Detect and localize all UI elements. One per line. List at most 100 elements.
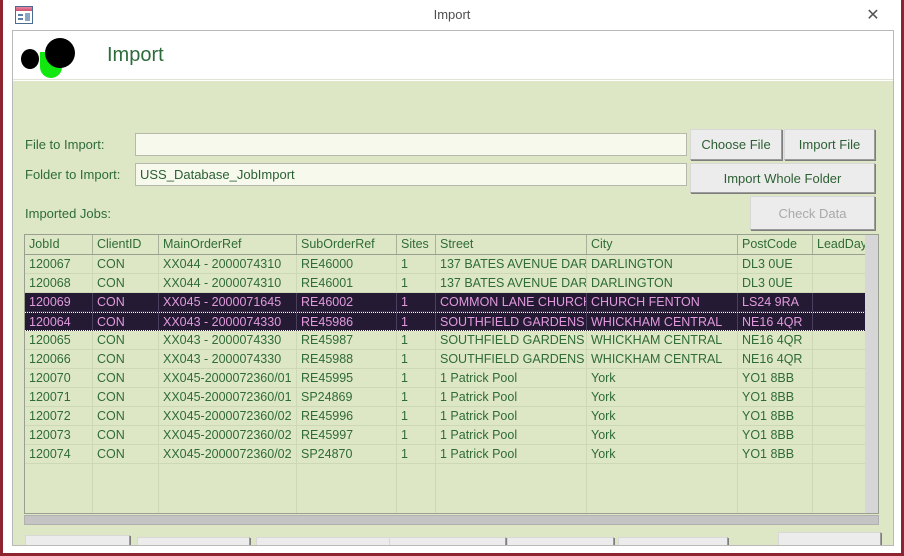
grid-cell-clientid[interactable]: CON — [93, 313, 159, 330]
grid-cell-jobid[interactable]: 120071 — [25, 388, 93, 406]
grid-cell-postcode[interactable]: YO1 8BB — [738, 407, 813, 425]
grid-cell-postcode[interactable]: YO1 8BB — [738, 388, 813, 406]
grid-cell-mainorderref[interactable]: XX045-2000072360/02 — [159, 426, 297, 444]
grid-cell-city[interactable]: DARLINGTON — [587, 255, 738, 273]
grid-cell-jobid[interactable]: 120072 — [25, 407, 93, 425]
grid-cell-suborderref[interactable]: RE45987 — [297, 331, 397, 349]
grid-cell-mainorderref[interactable]: XX043 - 2000074330 — [159, 313, 297, 330]
grid-cell-sites[interactable]: 1 — [397, 350, 436, 368]
grid-cell-clientid[interactable]: CON — [93, 274, 159, 292]
grid-cell-clientid[interactable]: CON — [93, 369, 159, 387]
table-row[interactable]: 120064 CON XX043 - 2000074330 RE45986 1 SOUTH… — [25, 312, 878, 331]
grid-cell-mainorderref[interactable]: XX045-2000072360/02 — [159, 407, 297, 425]
grid-cell-suborderref[interactable]: RE45988 — [297, 350, 397, 368]
grid-column-header-city[interactable]: City — [587, 235, 738, 254]
table-row[interactable]: 120067 CON XX044 - 2000074310 RE46000 1 137 B… — [25, 255, 878, 274]
grid-cell-sites[interactable]: 1 — [397, 255, 436, 273]
grid-cell-suborderref[interactable]: RE46002 — [297, 293, 397, 311]
grid-cell-city[interactable]: WHICKHAM CENTRAL — [587, 350, 738, 368]
grid-cell-street[interactable]: 1 Patrick Pool — [436, 407, 587, 425]
choose-file-button[interactable]: Choose File — [690, 129, 782, 160]
folder-to-import-input[interactable] — [135, 163, 687, 186]
grid-cell-city[interactable]: CHURCH FENTON — [587, 293, 738, 311]
grid-cell-street[interactable]: SOUTHFIELD GARDENS WHICKHAM — [436, 313, 587, 330]
grid-cell-city[interactable]: York — [587, 426, 738, 444]
grid-cell-city[interactable]: York — [587, 369, 738, 387]
grid-column-header-jobid[interactable]: JobId — [25, 235, 93, 254]
grid-cell-jobid[interactable]: 120069 — [25, 293, 93, 311]
delete-import-button[interactable]: Delete Import — [25, 535, 130, 545]
grid-cell-suborderref[interactable]: RE46001 — [297, 274, 397, 292]
on-hold-button[interactable]: On Hold — [507, 537, 614, 545]
grid-column-header-clientid[interactable]: ClientID — [93, 235, 159, 254]
imported-jobs-grid[interactable]: JobId ClientID MainOrderRef SubOrderRef Site… — [24, 234, 879, 514]
grid-cell-sites[interactable]: 1 — [397, 331, 436, 349]
table-row[interactable]: 120066 CON XX043 - 2000074330 RE45988 1 SOUTH… — [25, 350, 878, 369]
table-row[interactable]: 120065 CON XX043 - 2000074330 RE45987 1 SOUTH… — [25, 331, 878, 350]
grid-cell-mainorderref[interactable]: XX043 - 2000074330 — [159, 331, 297, 349]
grid-cell-postcode[interactable]: YO1 8BB — [738, 426, 813, 444]
grid-cell-mainorderref[interactable]: XX045-2000072360/02 — [159, 445, 297, 463]
grid-cell-street[interactable]: SOUTHFIELD GARDENS WHICKHAM — [436, 331, 587, 349]
grid-cell-jobid[interactable]: 120073 — [25, 426, 93, 444]
grid-cell-postcode[interactable]: NE16 4QR — [738, 313, 813, 330]
grid-cell-sites[interactable]: 1 — [397, 274, 436, 292]
grid-column-header-mainorderref[interactable]: MainOrderRef — [159, 235, 297, 254]
grid-column-header-street[interactable]: Street — [436, 235, 587, 254]
grid-cell-jobid[interactable]: 120065 — [25, 331, 93, 349]
grid-cell-suborderref[interactable]: RE45996 — [297, 407, 397, 425]
grid-cell-postcode[interactable]: DL3 0UE — [738, 274, 813, 292]
grid-vertical-scrollbar[interactable] — [865, 235, 878, 513]
grid-cell-sites[interactable]: 1 — [397, 313, 436, 330]
new-job-button[interactable]: New Job — [618, 537, 728, 545]
grid-cell-postcode[interactable]: NE16 4QR — [738, 331, 813, 349]
grid-cell-jobid[interactable]: 120067 — [25, 255, 93, 273]
import-whole-folder-button[interactable]: Import Whole Folder — [690, 163, 875, 193]
grid-cell-mainorderref[interactable]: XX043 - 2000074330 — [159, 350, 297, 368]
grid-cell-city[interactable]: WHICKHAM CENTRAL — [587, 313, 738, 330]
mark-as-complete-button[interactable]: Mark as Complete — [256, 537, 390, 545]
grid-column-header-sites[interactable]: Sites — [397, 235, 436, 254]
table-row[interactable]: 120070 CON XX045-2000072360/01 RE45995 1 1 Pa… — [25, 369, 878, 388]
grid-cell-jobid[interactable]: 120070 — [25, 369, 93, 387]
grid-cell-clientid[interactable]: CON — [93, 388, 159, 406]
table-row[interactable]: 120071 CON XX045-2000072360/01 SP24869 1 1 Pa… — [25, 388, 878, 407]
table-row[interactable]: 120073 CON XX045-2000072360/02 RE45997 1 1 Pa… — [25, 426, 878, 445]
grid-cell-clientid[interactable]: CON — [93, 445, 159, 463]
close-icon[interactable]: ✕ — [853, 2, 893, 28]
table-row[interactable]: 120069 CON XX045 - 2000071645 RE46002 1 COMMO… — [25, 293, 878, 312]
grid-cell-sites[interactable]: 1 — [397, 369, 436, 387]
grid-cell-city[interactable]: York — [587, 388, 738, 406]
grid-cell-postcode[interactable]: YO1 8BB — [738, 445, 813, 463]
grid-cell-suborderref[interactable]: SP24870 — [297, 445, 397, 463]
print-job-sheets-button[interactable]: Print Job Sheets — [389, 537, 506, 545]
grid-cell-jobid[interactable]: 120068 — [25, 274, 93, 292]
check-data-button[interactable]: Check Data — [750, 196, 875, 230]
grid-cell-mainorderref[interactable]: XX045 - 2000071645 — [159, 293, 297, 311]
import-file-button[interactable]: Import File — [784, 129, 875, 160]
grid-cell-street[interactable]: 1 Patrick Pool — [436, 445, 587, 463]
grid-cell-sites[interactable]: 1 — [397, 407, 436, 425]
grid-cell-sites[interactable]: 1 — [397, 293, 436, 311]
grid-cell-jobid[interactable]: 120074 — [25, 445, 93, 463]
grid-cell-city[interactable]: York — [587, 445, 738, 463]
grid-cell-suborderref[interactable]: RE45997 — [297, 426, 397, 444]
grid-cell-postcode[interactable]: NE16 4QR — [738, 350, 813, 368]
grid-cell-street[interactable]: 137 BATES AVENUE DARLINGTON — [436, 255, 587, 273]
grid-cell-postcode[interactable]: LS24 9RA — [738, 293, 813, 311]
grid-cell-sites[interactable]: 1 — [397, 388, 436, 406]
close-button[interactable]: Close — [778, 532, 881, 545]
grid-cell-mainorderref[interactable]: XX044 - 2000074310 — [159, 274, 297, 292]
grid-cell-clientid[interactable]: CON — [93, 350, 159, 368]
grid-cell-clientid[interactable]: CON — [93, 331, 159, 349]
grid-column-header-suborderref[interactable]: SubOrderRef — [297, 235, 397, 254]
grid-cell-clientid[interactable]: CON — [93, 426, 159, 444]
grid-cell-suborderref[interactable]: RE46000 — [297, 255, 397, 273]
grid-cell-suborderref[interactable]: RE45986 — [297, 313, 397, 330]
grid-cell-street[interactable]: 1 Patrick Pool — [436, 369, 587, 387]
grid-cell-street[interactable]: COMMON LANE CHURCH FENTON — [436, 293, 587, 311]
table-row[interactable]: 120072 CON XX045-2000072360/02 RE45996 1 1 Pa… — [25, 407, 878, 426]
grid-cell-city[interactable]: York — [587, 407, 738, 425]
grid-cell-city[interactable]: DARLINGTON — [587, 274, 738, 292]
grid-cell-street[interactable]: 137 BATES AVENUE DARLINGTON — [436, 274, 587, 292]
